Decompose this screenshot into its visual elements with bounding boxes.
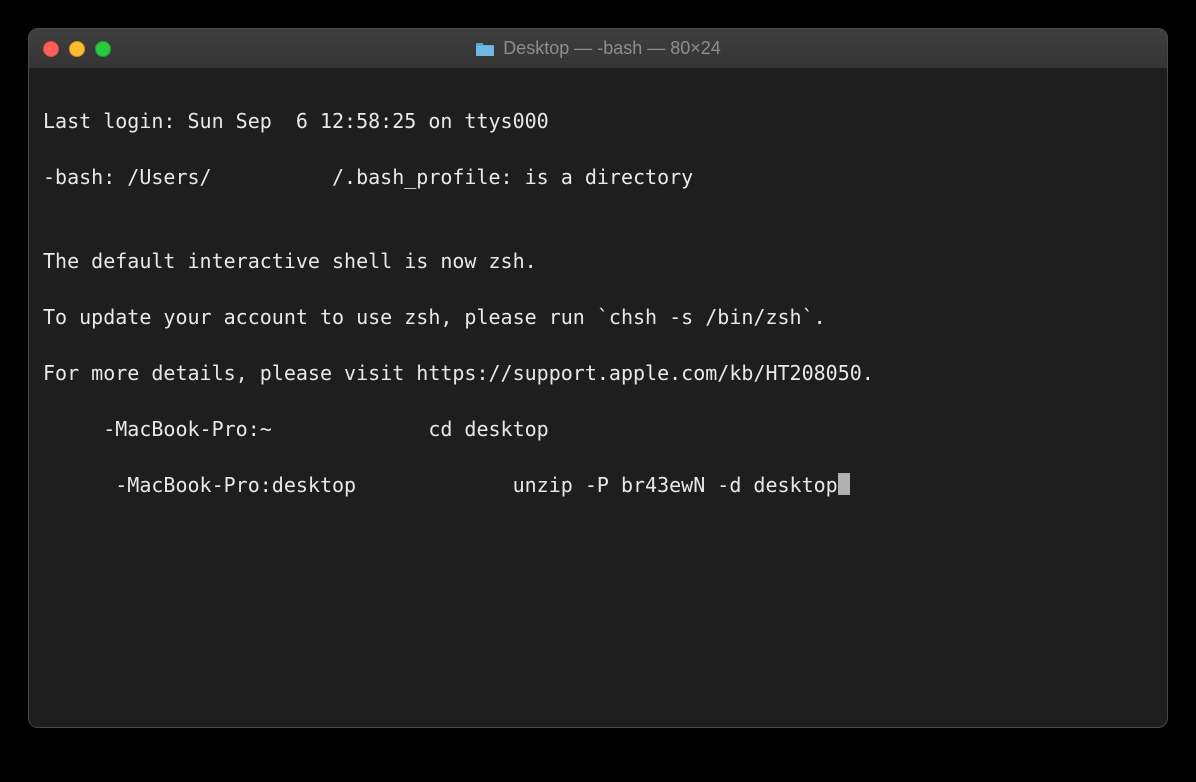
- terminal-line: -MacBook-Pro:desktop unzip -P br43ewN -d…: [43, 471, 1153, 499]
- terminal-line: The default interactive shell is now zsh…: [43, 247, 1153, 275]
- terminal-line: For more details, please visit https://s…: [43, 359, 1153, 387]
- window-titlebar: Desktop — -bash — 80×24: [29, 29, 1167, 69]
- cursor: [838, 473, 850, 495]
- terminal-content[interactable]: Last login: Sun Sep 6 12:58:25 on ttys00…: [29, 69, 1167, 727]
- zoom-button[interactable]: [95, 41, 111, 57]
- close-button[interactable]: [43, 41, 59, 57]
- minimize-button[interactable]: [69, 41, 85, 57]
- terminal-line: -MacBook-Pro:~ cd desktop: [43, 415, 1153, 443]
- terminal-line: To update your account to use zsh, pleas…: [43, 303, 1153, 331]
- window-title-text: Desktop — -bash — 80×24: [503, 38, 721, 59]
- prompt-line-text: -MacBook-Pro:desktop unzip -P br43ewN -d…: [43, 473, 838, 497]
- terminal-window: Desktop — -bash — 80×24 Last login: Sun …: [28, 28, 1168, 728]
- terminal-line: Last login: Sun Sep 6 12:58:25 on ttys00…: [43, 107, 1153, 135]
- traffic-lights: [29, 41, 111, 57]
- window-title-area: Desktop — -bash — 80×24: [29, 38, 1167, 59]
- folder-icon: [475, 41, 495, 57]
- terminal-line: -bash: /Users/ /.bash_profile: is a dire…: [43, 163, 1153, 191]
